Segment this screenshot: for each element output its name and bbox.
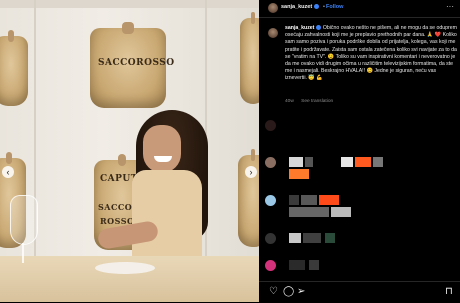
post-time: 40w: [285, 99, 294, 104]
follow-button[interactable]: Follow: [326, 4, 343, 10]
previous-arrow-icon[interactable]: ‹: [2, 166, 14, 178]
sack-label: SACCO: [98, 202, 133, 212]
caption-text: Obično ovako nešto ne pišem, ali ne mogu…: [285, 25, 457, 82]
commenter-avatar[interactable]: [265, 260, 276, 271]
next-arrow-icon[interactable]: ›: [245, 166, 257, 178]
redacted-comment: [303, 233, 321, 243]
redacted-comment: [373, 157, 383, 167]
comment-row: [265, 157, 455, 179]
comment-row: [265, 195, 455, 217]
commenter-avatar[interactable]: [265, 157, 276, 168]
redacted-comment: [325, 233, 335, 243]
redacted-comment: [305, 157, 313, 167]
redacted-comment: [289, 260, 305, 270]
verified-badge-icon: [314, 4, 320, 10]
redacted-comment: [355, 157, 371, 167]
instagram-post-viewer: SACCOROSSO CAPUTO SACCO ROSSO ‹ › sanja_…: [0, 0, 460, 302]
caption-meta: 40w See translation: [285, 99, 339, 104]
sack-label: SACCOROSSO: [98, 58, 175, 68]
avatar[interactable]: [268, 3, 278, 13]
post-actions-bar: ♡ ◯ ➢ ⊓: [259, 281, 460, 303]
comment-row: [265, 260, 455, 271]
redacted-comment: [289, 169, 309, 179]
redacted-comment: [301, 195, 317, 205]
bookmark-icon[interactable]: ⊓: [445, 287, 453, 297]
redacted-comment: [289, 207, 329, 217]
redacted-comment: [309, 260, 319, 270]
more-options-button[interactable]: ···: [446, 2, 454, 11]
plate: [95, 262, 155, 274]
redacted-comment: [289, 233, 301, 243]
post-sidebar: sanja_kuzet • Follow ··· sanja_kuzet Obi…: [259, 0, 460, 302]
coffee-sack: [0, 30, 28, 106]
redacted-comment: [319, 195, 339, 205]
commenter-avatar[interactable]: [265, 120, 276, 131]
username-link[interactable]: sanja_kuzet: [281, 4, 320, 10]
redacted-comment: [289, 195, 299, 205]
comment-icon[interactable]: ◯: [283, 287, 294, 297]
commenter-avatar[interactable]: [265, 195, 276, 206]
wine-glass-stem: [22, 243, 24, 263]
heart-icon[interactable]: ♡: [269, 287, 278, 297]
separator: •: [323, 4, 325, 10]
caption-username[interactable]: sanja_kuzet: [285, 25, 314, 31]
see-translation-link[interactable]: See translation: [301, 99, 333, 104]
comment-row: [265, 233, 455, 244]
coffee-sack: SACCOROSSO: [90, 22, 174, 108]
username-text: sanja_kuzet: [281, 4, 313, 10]
redacted-comment: [331, 207, 351, 217]
post-photo[interactable]: SACCOROSSO CAPUTO SACCO ROSSO ‹ ›: [0, 0, 259, 302]
post-caption: sanja_kuzet Obično ovako nešto ne pišem,…: [285, 25, 457, 83]
post-header: sanja_kuzet • Follow ···: [259, 0, 460, 18]
wine-glass: [10, 195, 38, 245]
coffee-sack: [240, 12, 259, 104]
redacted-comment: [289, 157, 303, 167]
share-icon[interactable]: ➢: [297, 287, 305, 297]
redacted-comment: [341, 157, 353, 167]
ceiling: [0, 0, 259, 8]
caption-avatar[interactable]: [268, 28, 278, 38]
woman-face: [143, 125, 181, 173]
commenter-avatar[interactable]: [265, 233, 276, 244]
